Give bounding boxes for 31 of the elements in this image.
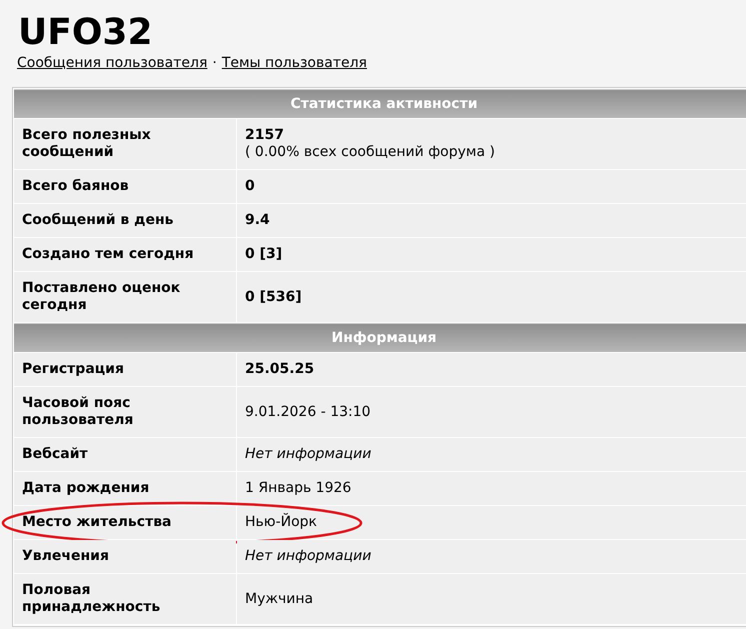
field-value: 9.01.2026 - 13:10 [245,404,371,420]
field-value: 2157 [245,127,284,144]
field-label: Поставлено оценок сегодня [14,272,236,322]
field-value: 25.05.25 [245,361,314,378]
field-label: Регистрация [14,353,236,386]
profile-link[interactable]: Темы пользователя [222,55,367,71]
link-separator: · [212,55,217,71]
field-label: Увлечения [14,540,236,573]
field-value: Нет информации [245,548,372,565]
field-label: Всего полезных сообщений [14,119,236,169]
field-label: Вебсайт [14,438,236,471]
field-value: 0 [536] [245,288,302,306]
profile-link[interactable]: Сообщения пользователя [17,55,208,71]
field-label: Место жительства [14,506,236,539]
field-value: Мужчина [245,590,314,608]
field-value: Нет информации [245,446,372,463]
field-value: 0 [3] [245,246,282,263]
field-label: Дата рождения [14,472,236,505]
field-label: Создано тем сегодня [14,238,236,271]
username-title: UFO32 [18,14,154,52]
field-value: Нью-Йорк [245,514,317,531]
section-header: Статистика активности [14,89,746,118]
field-value: 0 [245,178,255,195]
field-label: Сообщений в день [14,204,236,237]
section-header: Информация [14,323,746,352]
field-label: Половая принадлежность [14,574,236,624]
field-value: 1 Январь 1926 [245,480,352,497]
field-label: Всего баянов [14,170,236,203]
field-label: Часовой пояс пользователя [14,387,236,437]
field-value: 9.4 [245,212,270,229]
field-note: ( 0.00% всех сообщений форума ) [245,144,495,161]
